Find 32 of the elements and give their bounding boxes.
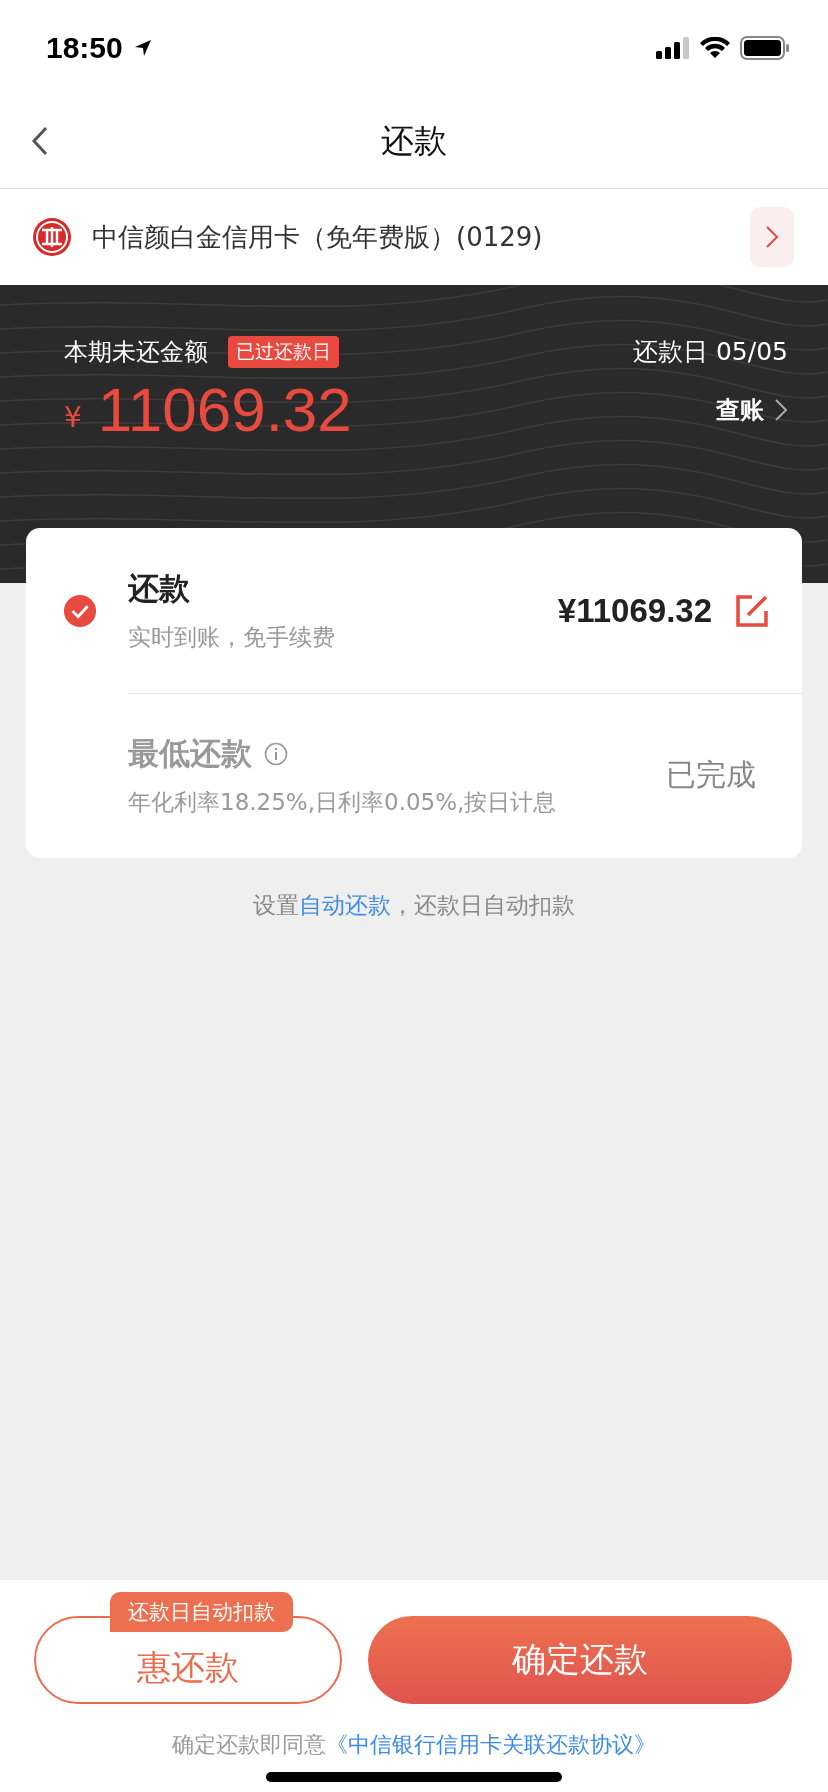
option-description: 年化利率18.25%,日利率0.05%,按日计息 <box>128 788 558 817</box>
agreement-text: 确定还款即同意《中信银行信用卡关联还款协议》 <box>172 1731 656 1759</box>
card-selector[interactable]: 中信颜白金信用卡（免年费版）(0129) <box>0 189 828 285</box>
back-icon[interactable] <box>30 125 50 157</box>
option-title: 还款 <box>128 569 190 608</box>
statement-link[interactable]: 查账 <box>716 393 764 426</box>
option-title: 最低还款 <box>128 734 252 773</box>
bank-logo-icon <box>32 217 72 257</box>
repayment-option[interactable]: 还款 实时到账，免手续费 ¥11069.32 <box>26 528 802 693</box>
signal-icon <box>656 36 690 59</box>
chevron-right-icon <box>765 225 779 249</box>
card-name: 中信颜白金信用卡（免年费版）(0129) <box>92 220 544 254</box>
auto-repay-hint: 设置自动还款，还款日自动扣款 <box>252 891 576 920</box>
option-description: 实时到账，免手续费 <box>128 623 336 652</box>
amount-due: 11069.32 <box>97 374 352 445</box>
auto-repay-link[interactable]: 自动还款 <box>299 892 391 918</box>
overdue-badge: 已过还款日 <box>228 335 339 368</box>
card-switch-button[interactable] <box>750 207 794 267</box>
currency-symbol: ¥ <box>64 401 82 434</box>
option-amount: ¥11069.32 <box>557 591 712 630</box>
chevron-right-icon <box>774 397 788 422</box>
confirm-repay-button[interactable]: 确定还款 <box>368 1616 792 1704</box>
battery-icon <box>740 35 790 60</box>
wifi-icon <box>700 36 730 59</box>
agreement-link[interactable]: 《中信银行信用卡关联还款协议》 <box>326 1732 656 1757</box>
due-date: 还款日 05/05 <box>633 336 788 368</box>
status-time: 18:50 <box>46 30 123 65</box>
page-title: 还款 <box>381 120 447 162</box>
summary-label: 本期未还金额 <box>64 336 208 368</box>
option-status: 已完成 <box>666 756 756 794</box>
auto-deduct-tag: 还款日自动扣款 <box>110 1592 293 1632</box>
edit-icon[interactable] <box>734 592 770 629</box>
